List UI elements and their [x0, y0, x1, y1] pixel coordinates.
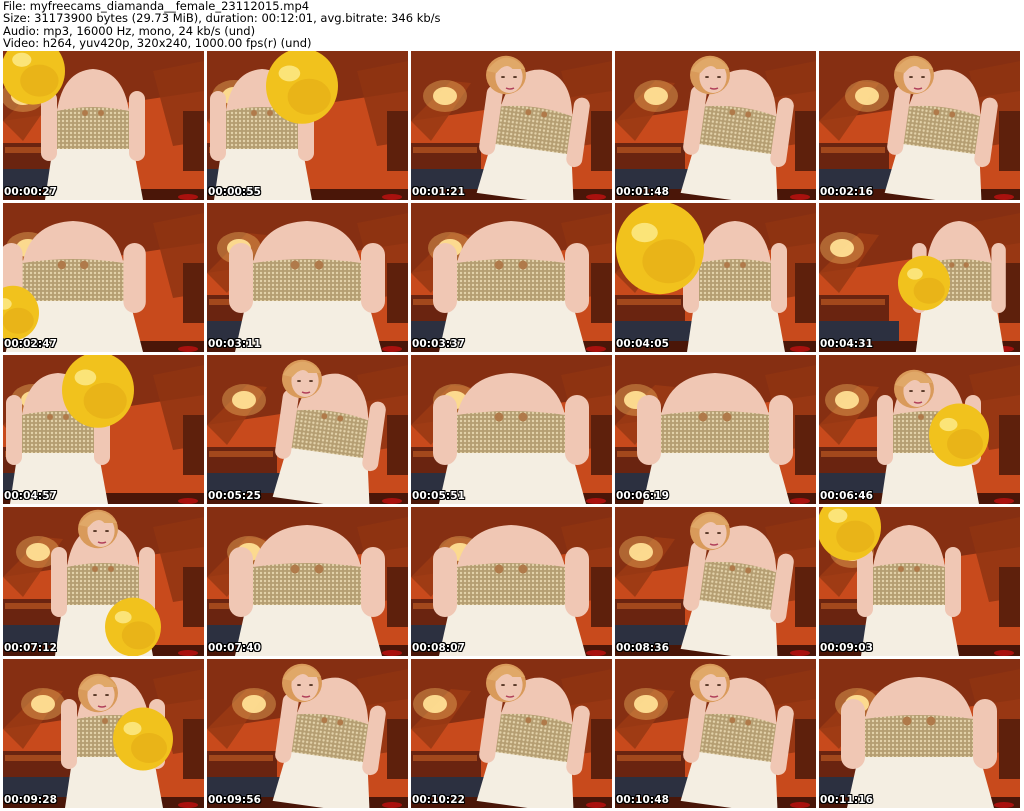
video-thumbnail: 00:06:19: [615, 355, 816, 504]
thumbnail-grid: 00:00:27 00:00:55 00:01:21 00:01:48 00:0…: [3, 51, 1020, 810]
video-thumbnail: 00:07:12: [3, 507, 204, 656]
thumbnail-timestamp: 00:02:16: [820, 186, 874, 198]
video-thumbnail: 00:01:48: [615, 51, 816, 200]
thumbnail-frame-image: [3, 659, 204, 808]
thumbnail-timestamp: 00:01:21: [412, 186, 466, 198]
thumbnail-frame-image: [3, 51, 204, 200]
thumbnail-frame-image: [207, 507, 408, 656]
thumbnail-frame-image: [207, 51, 408, 200]
thumbnail-frame-image: [615, 51, 816, 200]
video-thumbnail: 00:03:11: [207, 203, 408, 352]
video-thumbnail: 00:09:28: [3, 659, 204, 808]
thumbnail-frame-image: [411, 659, 612, 808]
video-thumbnail: 00:04:31: [819, 203, 1020, 352]
video-thumbnail: 00:09:56: [207, 659, 408, 808]
thumbnail-frame-image: [615, 507, 816, 656]
video-thumbnail: 00:10:48: [615, 659, 816, 808]
thumbnail-timestamp: 00:00:27: [4, 186, 58, 198]
thumbnail-frame-image: [819, 659, 1020, 808]
video-thumbnail: 00:00:55: [207, 51, 408, 200]
thumbnail-timestamp: 00:02:47: [4, 338, 58, 350]
contact-sheet-header: File: myfreecams_diamanda__female_231120…: [3, 0, 1021, 50]
video-thumbnail: 00:02:16: [819, 51, 1020, 200]
video-thumbnail: 00:05:51: [411, 355, 612, 504]
thumbnail-timestamp: 00:09:03: [820, 642, 874, 654]
thumbnail-timestamp: 00:11:16: [820, 794, 874, 806]
thumbnail-timestamp: 00:04:31: [820, 338, 874, 350]
thumbnail-frame-image: [3, 507, 204, 656]
thumbnail-frame-image: [207, 355, 408, 504]
video-thumbnail: 00:05:25: [207, 355, 408, 504]
video-thumbnail: 00:02:47: [3, 203, 204, 352]
thumbnail-timestamp: 00:03:11: [208, 338, 262, 350]
video-thumbnail: 00:10:22: [411, 659, 612, 808]
thumbnail-timestamp: 00:10:48: [616, 794, 670, 806]
thumbnail-timestamp: 00:06:19: [616, 490, 670, 502]
thumbnail-timestamp: 00:09:56: [208, 794, 262, 806]
thumbnail-timestamp: 00:05:25: [208, 490, 262, 502]
thumbnail-frame-image: [411, 203, 612, 352]
video-info-line: Video: h264, yuv420p, 320x240, 1000.00 f…: [3, 36, 312, 51]
video-thumbnail: 00:08:07: [411, 507, 612, 656]
thumbnail-timestamp: 00:00:55: [208, 186, 262, 198]
video-thumbnail: 00:06:46: [819, 355, 1020, 504]
thumbnail-timestamp: 00:05:51: [412, 490, 466, 502]
thumbnail-frame-image: [819, 355, 1020, 504]
thumbnail-timestamp: 00:07:12: [4, 642, 58, 654]
thumbnail-timestamp: 00:09:28: [4, 794, 58, 806]
video-thumbnail: 00:08:36: [615, 507, 816, 656]
thumbnail-frame-image: [819, 507, 1020, 656]
thumbnail-timestamp: 00:10:22: [412, 794, 466, 806]
file-size-line: Size: 31173900 bytes (29.73 MiB), durati…: [3, 11, 441, 26]
thumbnail-frame-image: [411, 355, 612, 504]
thumbnail-timestamp: 00:08:07: [412, 642, 466, 654]
thumbnail-timestamp: 00:03:37: [412, 338, 466, 350]
thumbnail-frame-image: [207, 659, 408, 808]
thumbnail-frame-image: [819, 51, 1020, 200]
thumbnail-frame-image: [207, 203, 408, 352]
video-thumbnail: 00:00:27: [3, 51, 204, 200]
thumbnail-frame-image: [615, 203, 816, 352]
thumbnail-frame-image: [411, 507, 612, 656]
video-thumbnail: 00:07:40: [207, 507, 408, 656]
video-thumbnail: 00:04:05: [615, 203, 816, 352]
video-thumbnail: 00:09:03: [819, 507, 1020, 656]
thumbnail-frame-image: [411, 51, 612, 200]
thumbnail-frame-image: [819, 203, 1020, 352]
thumbnail-frame-image: [3, 355, 204, 504]
thumbnail-frame-image: [615, 659, 816, 808]
thumbnail-timestamp: 00:04:05: [616, 338, 670, 350]
thumbnail-timestamp: 00:01:48: [616, 186, 670, 198]
video-thumbnail: 00:03:37: [411, 203, 612, 352]
thumbnail-frame-image: [3, 203, 204, 352]
thumbnail-timestamp: 00:06:46: [820, 490, 874, 502]
thumbnail-timestamp: 00:04:57: [4, 490, 58, 502]
thumbnail-timestamp: 00:07:40: [208, 642, 262, 654]
video-thumbnail: 00:11:16: [819, 659, 1020, 808]
thumbnail-frame-image: [615, 355, 816, 504]
thumbnail-timestamp: 00:08:36: [616, 642, 670, 654]
video-thumbnail: 00:01:21: [411, 51, 612, 200]
video-thumbnail: 00:04:57: [3, 355, 204, 504]
